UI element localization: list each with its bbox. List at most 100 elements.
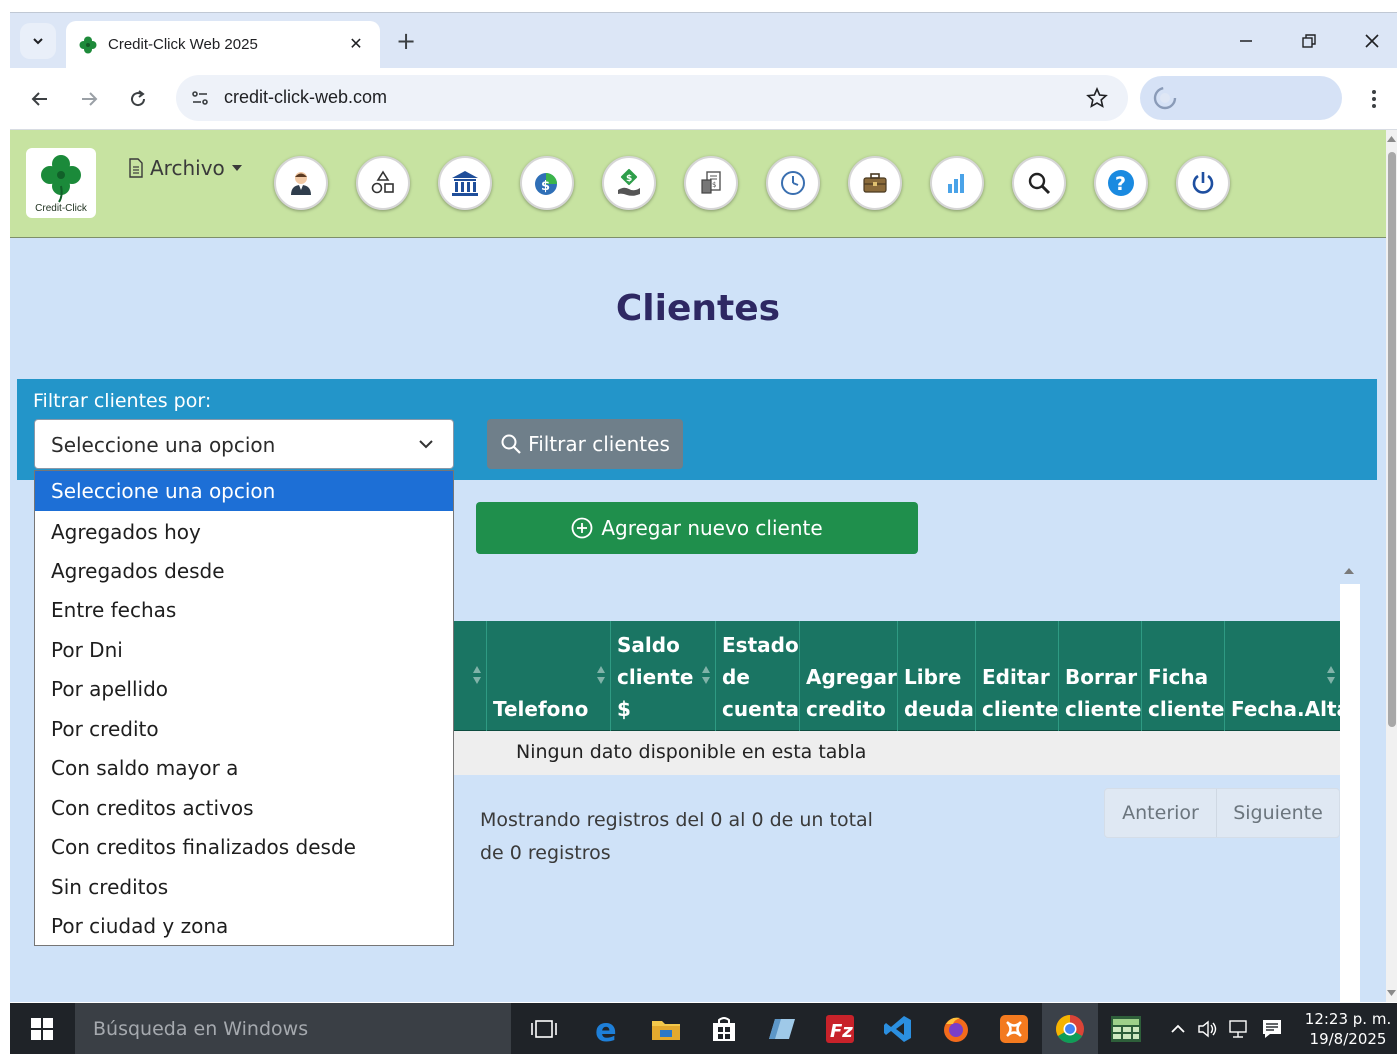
browser-menu-button[interactable] (1362, 83, 1386, 115)
categories-nav-button[interactable] (356, 156, 410, 210)
column-header-agregar-credito[interactable]: Agregar credito (799, 621, 897, 731)
new-tab-button[interactable]: + (392, 27, 420, 55)
column-header-partial[interactable] (453, 621, 486, 731)
table-scrollbar-track[interactable] (1340, 584, 1360, 1002)
task-view-button[interactable] (526, 1011, 562, 1047)
forward-button[interactable] (73, 83, 105, 115)
payments-nav-button[interactable]: $ (520, 156, 574, 210)
back-button[interactable] (24, 83, 56, 115)
dropdown-option[interactable]: Agregados desde (35, 551, 453, 591)
address-bar[interactable]: credit-click-web.com (176, 75, 1128, 121)
site-settings-icon[interactable] (186, 84, 214, 112)
taskbar-xampp-button[interactable] (996, 1011, 1032, 1047)
taskbar-edge-button[interactable]: e (590, 1011, 626, 1047)
dropdown-option[interactable]: Entre fechas (35, 590, 453, 630)
dropdown-option[interactable]: Agregados hoy (35, 512, 453, 552)
dropdown-option[interactable]: Por credito (35, 709, 453, 749)
dropdown-option[interactable]: Con creditos finalizados desde (35, 827, 453, 867)
search-nav-button[interactable] (1012, 156, 1066, 210)
table-row: Ningun dato disponible en esta tabla (453, 731, 1340, 775)
shapes-icon (371, 170, 394, 194)
profile-button[interactable] (1140, 76, 1342, 120)
help-nav-button[interactable]: ? (1094, 156, 1148, 210)
logout-nav-button[interactable] (1176, 156, 1230, 210)
reload-button[interactable] (122, 83, 154, 115)
column-header-editar-cliente[interactable]: Editar cliente (975, 621, 1059, 731)
plus-circle-icon (571, 517, 593, 539)
taskbar-vscode-button[interactable] (880, 1011, 916, 1047)
page-title: Clientes (615, 288, 781, 329)
dropdown-option[interactable]: Por Dni (35, 630, 453, 670)
add-client-button[interactable]: Agregar nuevo cliente (476, 502, 918, 554)
tab-close-button[interactable]: ✕ (344, 31, 368, 55)
filter-clients-button[interactable]: Filtrar clientes (487, 419, 683, 469)
notifications-button[interactable] (1260, 1017, 1284, 1041)
filter-select-value: Seleccione una opcion (51, 433, 276, 457)
network-button[interactable] (1228, 1017, 1252, 1041)
next-page-button[interactable]: Siguiente (1217, 789, 1339, 837)
svg-text:$: $ (541, 179, 550, 194)
help-icon: ? (1108, 170, 1134, 196)
page-scrollbar[interactable] (1386, 130, 1397, 1002)
dropdown-option[interactable]: Con saldo mayor a (35, 748, 453, 788)
screen: Credit-Click Web 2025 ✕ + credit-click-w… (0, 0, 1397, 1054)
reports-nav-button[interactable] (930, 156, 984, 210)
dropdown-option[interactable]: Por apellido (35, 669, 453, 709)
table-scroll-up-button[interactable] (1338, 560, 1360, 582)
briefcase-nav-button[interactable] (848, 156, 902, 210)
sort-icon (702, 666, 710, 684)
history-nav-button[interactable] (766, 156, 820, 210)
column-header-saldo[interactable]: Saldo cliente $ (610, 621, 715, 731)
money-chart-icon: $ (535, 173, 557, 195)
start-button[interactable] (10, 1003, 74, 1054)
column-header-ficha-cliente[interactable]: Ficha cliente (1141, 621, 1225, 731)
records-info: Mostrando registros del 0 al 0 de un tot… (480, 809, 873, 864)
tray-overflow-button[interactable] (1166, 1017, 1190, 1041)
column-header-label: Editar (982, 665, 1050, 689)
reload-icon (131, 90, 146, 107)
svg-text:Fz: Fz (830, 1021, 853, 1042)
minimize-button[interactable] (1232, 27, 1260, 55)
column-header-libre-deuda[interactable]: Libre deuda (897, 621, 975, 731)
bookmark-button[interactable] (1084, 85, 1110, 111)
svg-text:$: $ (712, 181, 716, 189)
taskbar-explorer-button[interactable] (648, 1011, 684, 1047)
column-header-estado[interactable]: Estado de cuenta (715, 621, 799, 731)
column-header-borrar-cliente[interactable]: Borrar cliente (1058, 621, 1142, 731)
tab-search-button[interactable] (20, 23, 56, 59)
close-window-button[interactable] (1358, 27, 1386, 55)
app-logo[interactable]: Credit-Click (26, 148, 96, 218)
browser-toolbar: credit-click-web.com (10, 68, 1397, 130)
svg-text:?: ? (1115, 173, 1126, 195)
volume-button[interactable] (1196, 1017, 1220, 1041)
minimize-icon (1240, 40, 1252, 42)
taskbar-store-button[interactable] (706, 1011, 742, 1047)
taskbar-firefox-button[interactable] (938, 1011, 974, 1047)
arrow-left-icon (31, 92, 47, 106)
taskbar-credit-app-button[interactable] (1108, 1011, 1144, 1047)
dropdown-option[interactable]: Con creditos activos (35, 788, 453, 828)
taskbar-filezilla-button[interactable]: Fz (822, 1011, 858, 1047)
documents-nav-button[interactable]: $ (684, 156, 738, 210)
taskbar-app-button[interactable] (764, 1011, 800, 1047)
restore-button[interactable] (1295, 27, 1323, 55)
clients-nav-button[interactable] (274, 156, 328, 210)
previous-page-button[interactable]: Anterior (1105, 789, 1217, 837)
network-icon (1229, 1020, 1247, 1038)
column-header-fecha-alta[interactable]: Fecha.Alta (1224, 621, 1350, 731)
taskbar-clock[interactable]: 12:23 p. m. 19/8/2025 (1302, 1009, 1394, 1049)
dropdown-option[interactable]: Sin creditos (35, 867, 453, 907)
dropdown-option[interactable]: Seleccione una opcion (35, 471, 453, 511)
taskbar-chrome-button[interactable] (1052, 1011, 1088, 1047)
filter-select[interactable]: Seleccione una opcion (34, 419, 454, 469)
browser-tab[interactable]: Credit-Click Web 2025 ✕ (66, 21, 380, 69)
cash-nav-button[interactable]: $ (602, 156, 656, 210)
dropdown-option[interactable]: Por ciudad y zona (35, 906, 453, 946)
taskbar-search[interactable]: Búsqueda en Windows (75, 1003, 511, 1054)
windows-logo-icon (31, 1017, 53, 1040)
scrollbar-thumb[interactable] (1388, 152, 1396, 727)
clover-logo-icon (41, 155, 81, 203)
archivo-menu[interactable]: Archivo (128, 156, 243, 180)
column-header-telefono[interactable]: Telefono (486, 621, 610, 731)
bank-nav-button[interactable] (438, 156, 492, 210)
